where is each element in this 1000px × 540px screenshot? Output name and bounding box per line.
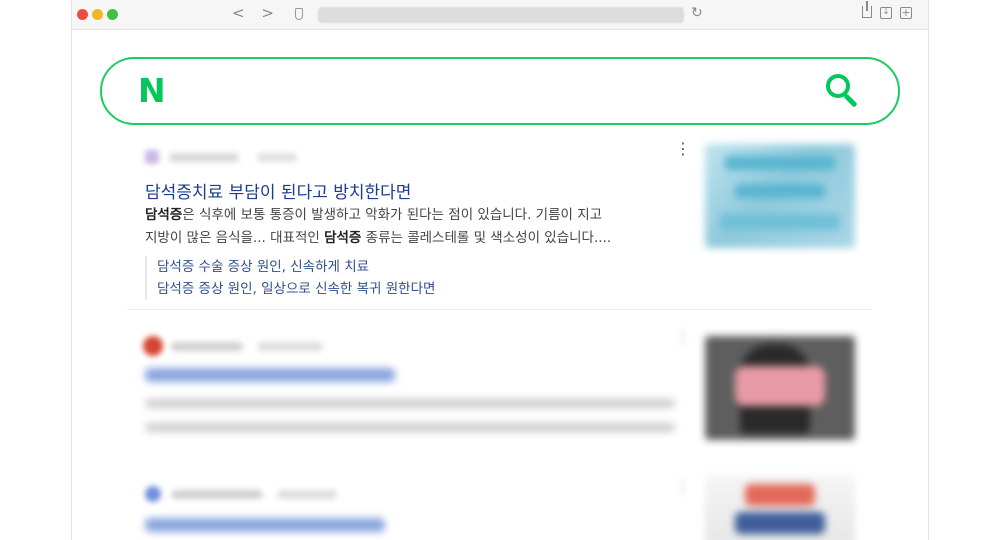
result-snippet — [145, 423, 675, 432]
source-name[interactable] — [171, 490, 263, 499]
result-thumbnail[interactable] — [705, 476, 855, 540]
search-result: ⋮ 담석증치료 부담이 된다고 방치한다면 담석증은 식후에 보통 통증이 발생… — [127, 134, 872, 310]
source-date — [277, 490, 337, 499]
back-forward-buttons[interactable]: < > — [232, 4, 280, 22]
source-icon — [145, 150, 159, 164]
source-date — [257, 342, 323, 351]
result-thumbnail[interactable] — [705, 144, 855, 248]
sublink[interactable]: 담석증 수술 증상 원인, 신속하게 치료 — [157, 256, 435, 278]
more-options-icon[interactable]: ⋮ — [675, 141, 691, 157]
result-sublinks: 담석증 수술 증상 원인, 신속하게 치료 담석증 증상 원인, 일상으로 신속… — [145, 256, 435, 300]
search-icon[interactable] — [826, 74, 862, 110]
address-bar[interactable] — [318, 7, 684, 23]
close-window-button[interactable] — [77, 9, 88, 20]
sublink[interactable]: 담석증 증상 원인, 일상으로 신속한 복귀 원한다면 — [157, 278, 435, 300]
result-snippet — [145, 399, 675, 408]
share-icon[interactable] — [862, 1, 872, 18]
search-result: ⋮ — [127, 326, 872, 475]
search-box[interactable]: N — [100, 57, 900, 125]
result-title[interactable] — [145, 518, 385, 532]
naver-logo[interactable]: N — [138, 73, 166, 109]
source-name[interactable] — [171, 342, 243, 351]
more-options-icon[interactable]: ⋮ — [675, 479, 691, 495]
search-result: ⋮ — [127, 470, 872, 540]
maximize-window-button[interactable] — [107, 9, 118, 20]
source-date — [257, 153, 297, 162]
more-options-icon[interactable]: ⋮ — [675, 329, 691, 345]
download-icon[interactable]: ↓ — [880, 7, 892, 19]
new-tab-icon[interactable]: + — [900, 7, 912, 19]
result-title[interactable]: 담석증치료 부담이 된다고 방치한다면 — [145, 178, 411, 203]
shield-icon[interactable] — [295, 8, 303, 20]
minimize-window-button[interactable] — [92, 9, 103, 20]
reload-icon[interactable]: ↻ — [691, 5, 703, 21]
result-title[interactable] — [145, 368, 395, 382]
result-thumbnail[interactable] — [705, 336, 855, 440]
result-snippet: 담석증은 식후에 보통 통증이 발생하고 악화가 된다는 점이 있습니다. 기름… — [145, 207, 612, 246]
source-icon — [143, 336, 163, 356]
browser-toolbar: < > ↻ ↓ + — [71, 0, 929, 30]
source-icon — [145, 486, 161, 502]
source-name[interactable] — [169, 153, 239, 162]
page-viewport: N ⋮ 담석증치료 부담이 된다고 방치한다면 담석증은 식후에 보통 통증이 … — [71, 30, 929, 540]
